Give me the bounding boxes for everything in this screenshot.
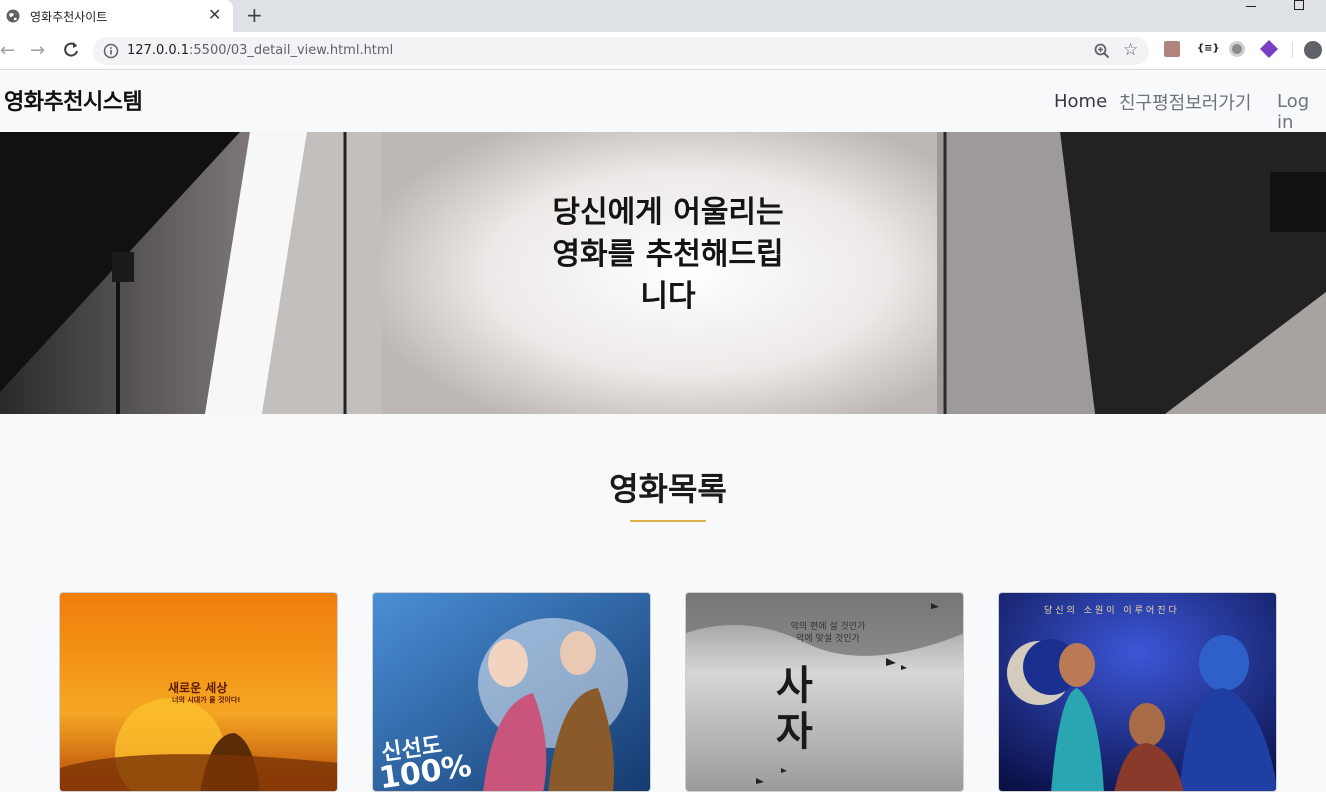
- bookmark-star-icon[interactable]: ☆: [1123, 40, 1138, 60]
- globe-icon: [6, 9, 20, 23]
- poster-tagline: 새로운 세상: [168, 681, 228, 695]
- hero-headline: 당신에게 어울리는 영화를 추천해드립 니다: [520, 192, 816, 318]
- movie-card-divine-fury[interactable]: 악의 편에 설 것인가 악에 맞설 것인가 사자: [685, 592, 964, 792]
- movie-card-along-with-gods[interactable]: 신선도 100%: [372, 592, 651, 792]
- browser-tab-strip: 영화추천사이트 ✕ +: [0, 0, 1326, 32]
- json-extension-icon[interactable]: {≡}: [1197, 43, 1220, 54]
- browser-tab[interactable]: 영화추천사이트 ✕: [0, 0, 233, 32]
- hero-headline-line-2: 영화를 추천해드립: [552, 237, 784, 272]
- site-brand[interactable]: 영화추천시스템: [4, 84, 143, 116]
- back-button[interactable]: ←: [0, 41, 15, 61]
- address-bar[interactable]: 127.0.0.1:5500/03_detail_view.html.html …: [93, 37, 1149, 65]
- browser-toolbar: ← → 127.0.0.1:5500/03_detail_view.html.h…: [0, 32, 1326, 70]
- poster-quote: 악의 편에 설 것인가 악에 맞설 것인가: [790, 622, 866, 644]
- movie-card-lion-king[interactable]: 새로운 세상 너의 시대가 올 것이다!: [59, 592, 338, 792]
- poster-title: 사자: [776, 662, 813, 755]
- maximize-button[interactable]: [1294, 0, 1304, 10]
- movie-poster: [999, 593, 1276, 791]
- info-icon[interactable]: [103, 43, 119, 59]
- nav-link-home[interactable]: Home: [1054, 91, 1107, 112]
- section-divider: [630, 520, 706, 522]
- profile-avatar-icon[interactable]: [1304, 41, 1322, 59]
- section-title: 영화목록: [609, 470, 727, 508]
- site-navbar: 영화추천시스템 Home 친구평점보러가기 Log in: [0, 70, 1326, 133]
- pdf-extension-icon[interactable]: [1164, 41, 1180, 57]
- nav-link-friend-ratings[interactable]: 친구평점보러가기: [1119, 89, 1251, 115]
- settings-extension-icon[interactable]: [1229, 41, 1245, 57]
- reload-icon[interactable]: [62, 41, 80, 59]
- hero-headline-line-3: 니다: [640, 279, 696, 314]
- poster-tagline: 당신의 소원이 이루어진다: [1044, 606, 1180, 616]
- minimize-button[interactable]: [1246, 2, 1256, 12]
- close-tab-icon[interactable]: ✕: [208, 6, 221, 24]
- forward-button[interactable]: →: [30, 41, 45, 61]
- url-text: 127.0.0.1:5500/03_detail_view.html.html: [127, 43, 394, 58]
- poster-subtagline: 너의 시대가 올 것이다!: [172, 696, 241, 704]
- movie-card-aladdin[interactable]: 당신의 소원이 이루어진다: [998, 592, 1277, 792]
- zoom-icon[interactable]: [1093, 42, 1111, 60]
- movie-list-section: 영화목록 새로운 세상 너의 시대가 올 것이다! 신선도 100% 악의 편에…: [40, 414, 1296, 792]
- tab-title: 영화추천사이트: [30, 10, 108, 24]
- hero-banner: 당신에게 어울리는 영화를 추천해드립 니다: [0, 132, 1326, 414]
- toolbar-divider: [1292, 42, 1293, 58]
- nav-link-login[interactable]: Log in: [1277, 91, 1326, 133]
- new-tab-button[interactable]: +: [246, 4, 263, 26]
- hero-headline-line-1: 당신에게 어울리는: [552, 195, 784, 230]
